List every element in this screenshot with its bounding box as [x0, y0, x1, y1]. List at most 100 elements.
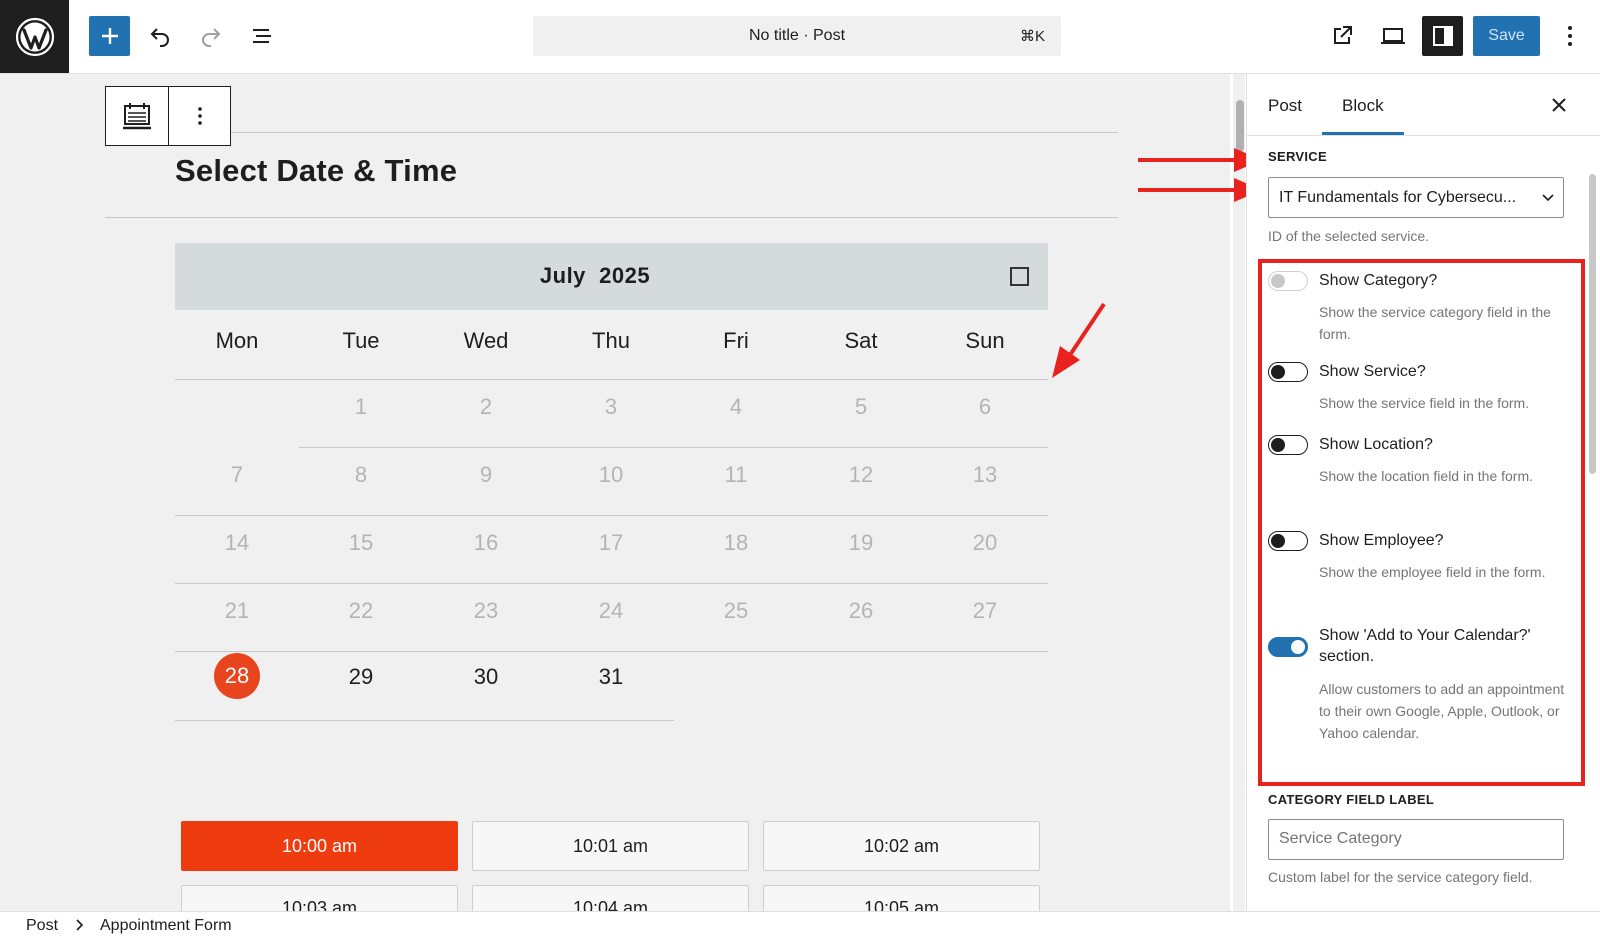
calendar-row-divider	[175, 379, 1048, 380]
calendar-day[interactable]: 20	[923, 530, 1047, 556]
show-add-to-calendar-description: Allow customers to add an appointment to…	[1319, 681, 1565, 741]
add-block-button[interactable]	[89, 16, 130, 56]
weekday-thu: Thu	[592, 328, 630, 353]
calendar-header: July 2025	[175, 243, 1048, 310]
calendar-day-number: 2	[479, 394, 493, 419]
calendar-day[interactable]: 31	[549, 664, 673, 690]
calendar-day[interactable]: 29	[299, 664, 423, 690]
show-service-toggle[interactable]	[1268, 362, 1308, 382]
redo-icon	[201, 28, 220, 47]
calendar-day[interactable]: 23	[424, 598, 548, 624]
view-post-button[interactable]	[1321, 16, 1362, 56]
calendar-day[interactable]: 30	[424, 664, 548, 690]
calendar-day-number: 30	[473, 664, 499, 689]
calendar-day[interactable]: 3	[549, 394, 673, 420]
plus-icon	[101, 28, 118, 44]
calendar-row-divider	[175, 583, 1048, 584]
calendar-day[interactable]: 1	[299, 394, 423, 420]
service-select[interactable]: IT Fundamentals for Cybersecu...	[1268, 177, 1564, 218]
document-overview-button[interactable]	[241, 16, 282, 56]
calendar-day-number: 6	[978, 394, 992, 419]
canvas-scrollbar-thumb[interactable]	[1236, 100, 1244, 152]
category-field-input[interactable]	[1279, 830, 1555, 848]
calendar-day[interactable]: 5	[799, 394, 923, 420]
show-location-toggle[interactable]	[1268, 435, 1308, 455]
breadcrumb-post[interactable]: Post	[26, 917, 58, 935]
calendar-row-divider	[175, 515, 1048, 516]
calendar-day-number: 16	[473, 530, 499, 555]
separator	[105, 217, 1118, 218]
calendar-day[interactable]: 4	[674, 394, 798, 420]
block-options-button[interactable]	[168, 87, 230, 145]
calendar-day[interactable]: 12	[799, 462, 923, 488]
weekday-sun: Sun	[965, 328, 1005, 353]
block-type-button[interactable]	[106, 87, 168, 145]
time-slot[interactable]: 10:03 am	[181, 885, 458, 911]
time-slot[interactable]: 10:02 am	[763, 821, 1040, 871]
calendar-day[interactable]: 27	[923, 598, 1047, 624]
service-label: SERVICE	[1268, 149, 1327, 164]
calendar-day-number: 15	[348, 530, 374, 555]
breadcrumb-appointment-form[interactable]: Appointment Form	[100, 917, 232, 935]
calendar-day[interactable]: 17	[549, 530, 673, 556]
tab-post[interactable]: Post	[1268, 96, 1302, 116]
calendar-day-number: 27	[972, 598, 998, 623]
calendar-view-toggle-icon[interactable]	[1010, 267, 1029, 286]
options-menu-button[interactable]	[1552, 16, 1588, 56]
wordpress-logo-button[interactable]	[0, 0, 69, 73]
calendar-day[interactable]: 15	[299, 530, 423, 556]
calendar-day[interactable]: 11	[674, 462, 798, 488]
calendar-day[interactable]: 9	[424, 462, 548, 488]
toggle-knob	[1271, 274, 1285, 288]
undo-button[interactable]	[139, 16, 180, 56]
calendar-day[interactable]: 10	[549, 462, 673, 488]
sidebar-scrollbar[interactable]	[1589, 174, 1596, 474]
close-sidebar-button[interactable]	[1546, 92, 1572, 118]
show-category-toggle[interactable]	[1268, 271, 1308, 291]
calendar-row-divider	[175, 651, 1048, 652]
calendar-day[interactable]: 13	[923, 462, 1047, 488]
calendar-day[interactable]: 25	[674, 598, 798, 624]
calendar-day[interactable]: 22	[299, 598, 423, 624]
show-employee-toggle[interactable]	[1268, 531, 1308, 551]
preview-device-button[interactable]	[1372, 16, 1413, 56]
calendar-year: 2025	[599, 263, 651, 288]
list-view-icon	[252, 29, 271, 43]
show-add-to-calendar-toggle[interactable]	[1268, 637, 1308, 657]
active-tab-indicator	[1322, 132, 1404, 135]
weekday-fri: Fri	[723, 328, 749, 353]
calendar-day-number: 10	[598, 462, 624, 487]
calendar-day-number: 12	[848, 462, 874, 487]
calendar-day[interactable]: 6	[923, 394, 1047, 420]
calendar-day[interactable]: 21	[175, 598, 299, 624]
tab-block[interactable]: Block	[1342, 96, 1384, 116]
calendar-day-number: 8	[354, 462, 368, 487]
redo-button[interactable]	[190, 16, 231, 56]
time-slot[interactable]: 10:04 am	[472, 885, 749, 911]
calendar-day-number: 23	[473, 598, 499, 623]
calendar-day[interactable]: 2	[424, 394, 548, 420]
settings-sidebar-button[interactable]	[1422, 16, 1463, 56]
show-location-description: Show the location field in the form.	[1319, 468, 1534, 484]
calendar-day[interactable]: 16	[424, 530, 548, 556]
category-field-input-wrapper	[1268, 819, 1564, 860]
show-employee-label: Show Employee?	[1319, 532, 1444, 549]
calendar-day-number: 3	[604, 394, 618, 419]
calendar-day[interactable]: 19	[799, 530, 923, 556]
time-slot[interactable]: 10:05 am	[763, 885, 1040, 911]
calendar-day[interactable]: 24	[549, 598, 673, 624]
calendar-day[interactable]: 8	[299, 462, 423, 488]
annotation-arrow-icon	[1138, 148, 1262, 172]
toggle-knob	[1271, 365, 1285, 379]
calendar-day-number: 7	[230, 462, 244, 487]
command-palette-bar[interactable]: No title · Post ⌘K	[533, 16, 1061, 56]
calendar-day[interactable]: 14	[175, 530, 299, 556]
calendar-day[interactable]: 26	[799, 598, 923, 624]
time-slot[interactable]: 10:00 am	[181, 821, 458, 871]
calendar-day[interactable]: 28	[175, 653, 299, 699]
save-button[interactable]: Save	[1473, 16, 1540, 56]
calendar-day[interactable]: 18	[674, 530, 798, 556]
calendar-day-number: 4	[729, 394, 743, 419]
time-slot[interactable]: 10:01 am	[472, 821, 749, 871]
calendar-day[interactable]: 7	[175, 462, 299, 488]
